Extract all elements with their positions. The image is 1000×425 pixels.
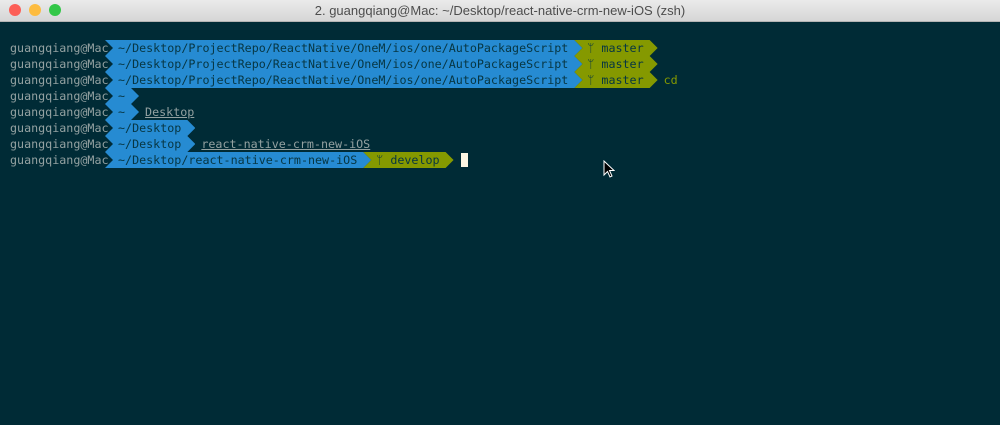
git-branch: master bbox=[601, 57, 644, 71]
prompt-user: guangqiang@Mac bbox=[10, 153, 109, 167]
prompt-path: ~/Desktop/react-native-crm-new-iOS bbox=[105, 152, 371, 168]
prompt-line: guangqiang@Mac ~/Desktop bbox=[0, 120, 1000, 136]
prompt-line: guangqiang@Mac ~/Desktop/react-native-cr… bbox=[0, 152, 1000, 168]
autocomplete-suggestion: react-native-crm-new-iOS bbox=[201, 137, 371, 151]
git-branch-icon: ᛘ bbox=[376, 153, 391, 167]
prompt-line: guangqiang@Mac ~/Desktop react-native-crm… bbox=[0, 136, 1000, 152]
prompt-user: guangqiang@Mac bbox=[10, 57, 109, 71]
git-branch-segment: ᛘ develop bbox=[363, 152, 453, 168]
prompt-line: guangqiang@Mac ~ bbox=[0, 88, 1000, 104]
git-branch-icon: ᛘ bbox=[587, 41, 602, 55]
title-bar: 2. guangqiang@Mac: ~/Desktop/react-nativ… bbox=[0, 0, 1000, 22]
git-branch-segment: ᛘ master bbox=[574, 72, 657, 88]
prompt-user: guangqiang@Mac bbox=[10, 121, 109, 135]
autocomplete-suggestion: Desktop bbox=[145, 105, 195, 119]
prompt-path: ~/Desktop/ProjectRepo/ReactNative/OneM/i… bbox=[105, 72, 582, 88]
prompt-path: ~/Desktop bbox=[105, 120, 195, 136]
prompt-user: guangqiang@Mac bbox=[10, 41, 109, 55]
terminal-output[interactable]: guangqiang@Mac ~/Desktop/ProjectRepo/Rea… bbox=[0, 40, 1000, 168]
git-branch: master bbox=[601, 73, 644, 87]
prompt-path: ~ bbox=[105, 88, 139, 104]
prompt-user: guangqiang@Mac bbox=[10, 89, 109, 103]
git-branch-segment: ᛘ master bbox=[574, 56, 657, 72]
window-title: 2. guangqiang@Mac: ~/Desktop/react-nativ… bbox=[314, 3, 686, 18]
git-branch-icon: ᛘ bbox=[587, 57, 602, 71]
prompt-path: ~/Desktop/ProjectRepo/ReactNative/OneM/i… bbox=[105, 56, 582, 72]
prompt-path: ~/Desktop bbox=[105, 136, 195, 152]
git-branch: master bbox=[601, 41, 644, 55]
git-branch-segment: ᛘ master bbox=[574, 40, 657, 56]
mouse-pointer-icon bbox=[603, 160, 615, 178]
text-cursor bbox=[460, 153, 468, 167]
prompt-line: guangqiang@Mac ~/Desktop/ProjectRepo/Rea… bbox=[0, 72, 1000, 88]
prompt-path: ~ bbox=[105, 104, 139, 120]
git-branch: develop bbox=[390, 153, 440, 167]
prompt-path: ~/Desktop/ProjectRepo/ReactNative/OneM/i… bbox=[105, 40, 582, 56]
prompt-line: guangqiang@Mac ~ Desktop bbox=[0, 104, 1000, 120]
prompt-line: guangqiang@Mac ~/Desktop/ProjectRepo/Rea… bbox=[0, 40, 1000, 56]
git-branch-icon: ᛘ bbox=[587, 73, 602, 87]
typed-command: cd bbox=[663, 73, 678, 87]
prompt-user: guangqiang@Mac bbox=[10, 105, 109, 119]
prompt-user: guangqiang@Mac bbox=[10, 73, 109, 87]
prompt-line: guangqiang@Mac ~/Desktop/ProjectRepo/Rea… bbox=[0, 56, 1000, 72]
prompt-user: guangqiang@Mac bbox=[10, 137, 109, 151]
